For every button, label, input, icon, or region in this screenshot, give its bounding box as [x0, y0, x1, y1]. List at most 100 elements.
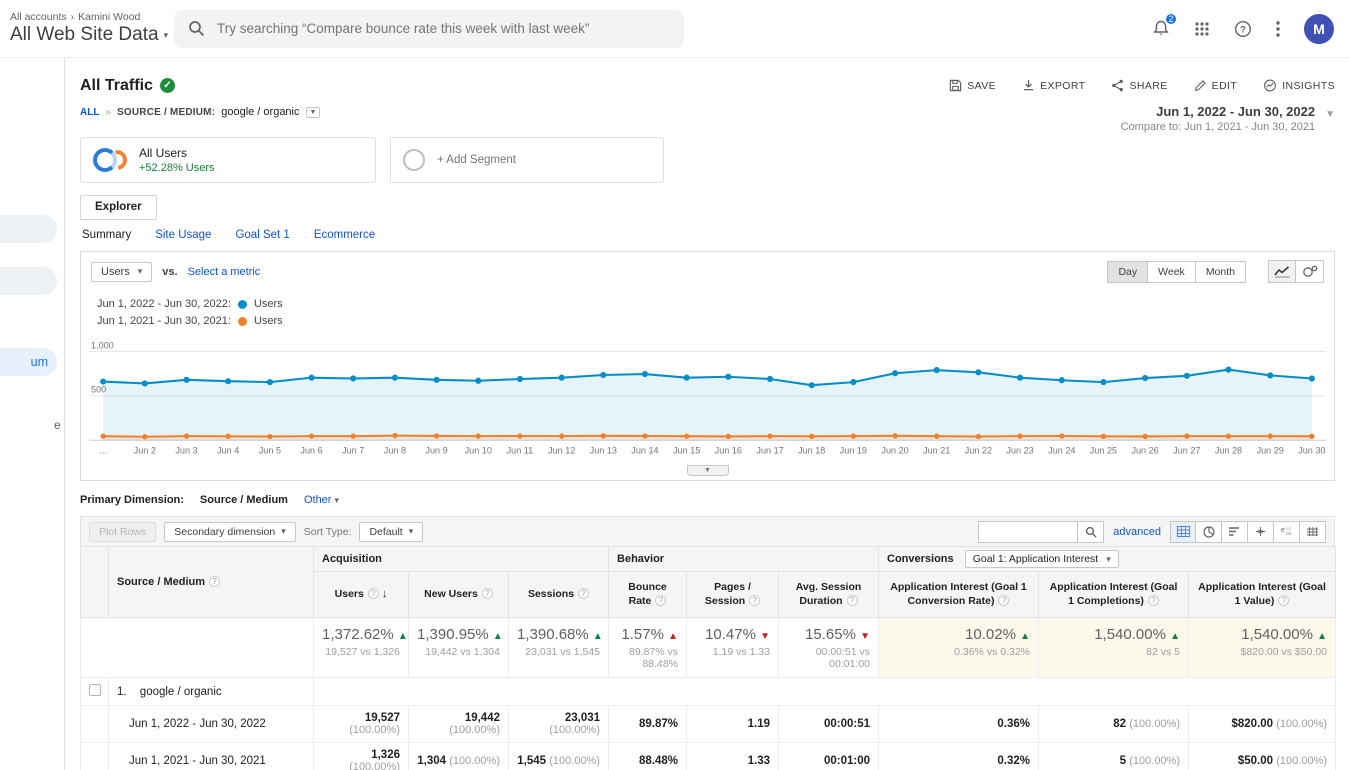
more-options-button[interactable] — [1276, 20, 1280, 37]
property-selector[interactable]: All Web Site Data ▾ — [10, 24, 168, 46]
source-medium-link[interactable]: google / organic — [140, 686, 222, 698]
help-icon[interactable]: ? — [749, 594, 761, 606]
column-header-avg-session-duration[interactable]: Avg. Session Duration? — [778, 571, 880, 618]
performance-view-button[interactable] — [1222, 520, 1248, 543]
legend-period-previous: Jun 1, 2021 - Jun 30, 2021: — [97, 315, 231, 327]
percentage-view-button[interactable] — [1196, 520, 1222, 543]
table-search-input[interactable] — [978, 520, 1079, 543]
legend-period-current: Jun 1, 2022 - Jun 30, 2022: — [97, 298, 231, 310]
share-button[interactable]: SHARE — [1111, 79, 1167, 92]
row-dimension-cell: 1. google / organic — [108, 677, 314, 706]
account-breadcrumb-current[interactable]: Kamini Wood — [78, 11, 140, 23]
top-app-bar: All accounts › Kamini Wood All Web Site … — [0, 0, 1350, 58]
column-header-pages-session[interactable]: Pages / Session? — [686, 571, 780, 618]
help-icon[interactable]: ? — [998, 594, 1010, 606]
sort-type-button[interactable]: Default ▾ — [359, 521, 424, 542]
breadcrumb-dimension-value: google / organic — [221, 106, 300, 118]
account-block[interactable]: All accounts › Kamini Wood All Web Site … — [8, 11, 168, 46]
trend-up-icon: ▲ — [492, 631, 503, 642]
edit-label: EDIT — [1211, 79, 1238, 92]
help-icon[interactable]: ? — [209, 576, 221, 587]
metric-dropdown[interactable]: Users ▾ — [91, 261, 153, 282]
subnav-summary[interactable]: Summary — [82, 229, 131, 241]
breadcrumb-all-link[interactable]: ALL — [80, 107, 99, 118]
granularity-day[interactable]: Day — [1107, 260, 1149, 283]
date-range-selector[interactable]: Jun 1, 2022 - Jun 30, 2022 Compare to: J… — [1121, 104, 1335, 133]
granularity-month[interactable]: Month — [1195, 260, 1246, 283]
column-header-goal-completions[interactable]: Application Interest (Goal 1 Completions… — [1038, 571, 1190, 618]
help-icon[interactable]: ? — [481, 587, 493, 599]
chart-collapse-handle[interactable]: ▼ — [686, 465, 729, 476]
breadcrumb-separator: » — [105, 106, 112, 118]
term-cloud-view-icon: e ab cd — [1280, 526, 1293, 537]
account-breadcrumb-root[interactable]: All accounts — [10, 11, 67, 23]
nav-pill-1[interactable] — [0, 215, 57, 243]
help-icon[interactable]: ? — [367, 587, 379, 599]
add-segment-button[interactable]: + Add Segment — [390, 137, 664, 183]
table-view-button[interactable] — [1170, 520, 1196, 543]
tab-explorer[interactable]: Explorer — [80, 195, 157, 220]
subnav-site-usage[interactable]: Site Usage — [155, 229, 211, 241]
search-icon — [188, 20, 205, 37]
primary-dimension-label: Primary Dimension: — [80, 494, 184, 506]
nav-pill-2[interactable] — [0, 267, 57, 295]
search-input[interactable] — [217, 21, 670, 36]
insights-button[interactable]: INSIGHTS — [1263, 79, 1335, 92]
row-checkbox[interactable] — [89, 684, 101, 696]
cell-goal-completions: 82 (100.00%) — [1038, 705, 1190, 743]
global-search[interactable] — [174, 9, 684, 48]
column-header-users[interactable]: Users? ↓ — [313, 571, 409, 618]
subnav-ecommerce[interactable]: Ecommerce — [314, 229, 375, 241]
comparison-view-icon — [1254, 526, 1267, 537]
column-header-bounce-rate[interactable]: Bounce Rate? — [608, 571, 688, 618]
apps-grid-icon — [1194, 21, 1210, 37]
advanced-filter-link[interactable]: advanced — [1113, 526, 1161, 538]
column-header-goal-value[interactable]: Application Interest (Goal 1 Value)? — [1188, 571, 1337, 618]
motion-chart-button[interactable] — [1296, 260, 1324, 283]
period-label: Jun 1, 2022 - Jun 30, 2022 — [108, 705, 314, 743]
secondary-dimension-button[interactable]: Secondary dimension ▾ — [164, 521, 296, 542]
column-header-new-users[interactable]: New Users? — [408, 571, 509, 618]
add-segment-label: + Add Segment — [437, 154, 516, 166]
account-breadcrumb[interactable]: All accounts › Kamini Wood — [10, 11, 168, 23]
help-icon[interactable]: ? — [1147, 594, 1159, 606]
edit-button[interactable]: EDIT — [1194, 79, 1238, 92]
column-header-goal-conversion-rate[interactable]: Application Interest (Goal 1 Conversion … — [878, 571, 1040, 618]
date-range-compare: Compare to: Jun 1, 2021 - Jun 30, 2021 — [1120, 121, 1316, 133]
line-chart-button[interactable] — [1268, 260, 1296, 283]
google-apps-button[interactable] — [1194, 21, 1210, 37]
svg-text:Jun 9: Jun 9 — [425, 446, 447, 456]
primary-dimension-other[interactable]: Other ▾ — [304, 494, 339, 506]
breadcrumb-dropdown-button[interactable]: ▼ — [305, 106, 321, 118]
svg-text:Jun 10: Jun 10 — [465, 446, 492, 456]
help-button[interactable]: ? — [1234, 20, 1252, 38]
subnav-goal-set-1[interactable]: Goal Set 1 — [235, 229, 289, 241]
help-icon[interactable]: ? — [846, 594, 858, 606]
report-tabs: Explorer — [80, 195, 1335, 220]
nav-item-partial-label[interactable]: e — [54, 418, 61, 432]
cell-pages-session: 1.19 — [686, 705, 780, 743]
column-header-sessions[interactable]: Sessions? — [507, 571, 610, 618]
help-icon[interactable]: ? — [1278, 594, 1290, 606]
export-button[interactable]: EXPORT — [1022, 79, 1085, 92]
help-icon[interactable]: ? — [578, 587, 590, 599]
goal-selector-dropdown[interactable]: Goal 1: Application Interest ▾ — [964, 550, 1119, 568]
svg-text:e: e — [1281, 527, 1285, 534]
nav-item-source-medium-active[interactable]: um — [0, 348, 57, 376]
legend-metric-current: Users — [253, 298, 283, 310]
term-cloud-view-button[interactable]: e ab cd — [1274, 520, 1300, 543]
pivot-view-button[interactable] — [1300, 520, 1326, 543]
table-search-button[interactable] — [1078, 520, 1105, 543]
help-icon[interactable]: ? — [655, 594, 667, 606]
select-metric-link[interactable]: Select a metric — [188, 266, 261, 278]
comparison-view-button[interactable] — [1248, 520, 1274, 543]
segment-all-users[interactable]: All Users +52.28% Users — [80, 137, 376, 183]
notifications-button[interactable]: 2 — [1152, 12, 1178, 38]
svg-text:Jun 17: Jun 17 — [756, 446, 783, 456]
save-button[interactable]: SAVE — [949, 79, 996, 92]
cell-new-users: 1,304 (100.00%) — [408, 742, 509, 770]
user-avatar[interactable]: M — [1304, 13, 1334, 44]
explorer-subnav: Summary Site Usage Goal Set 1 Ecommerce — [80, 220, 1335, 248]
granularity-week[interactable]: Week — [1148, 260, 1196, 283]
share-label: SHARE — [1129, 79, 1168, 92]
